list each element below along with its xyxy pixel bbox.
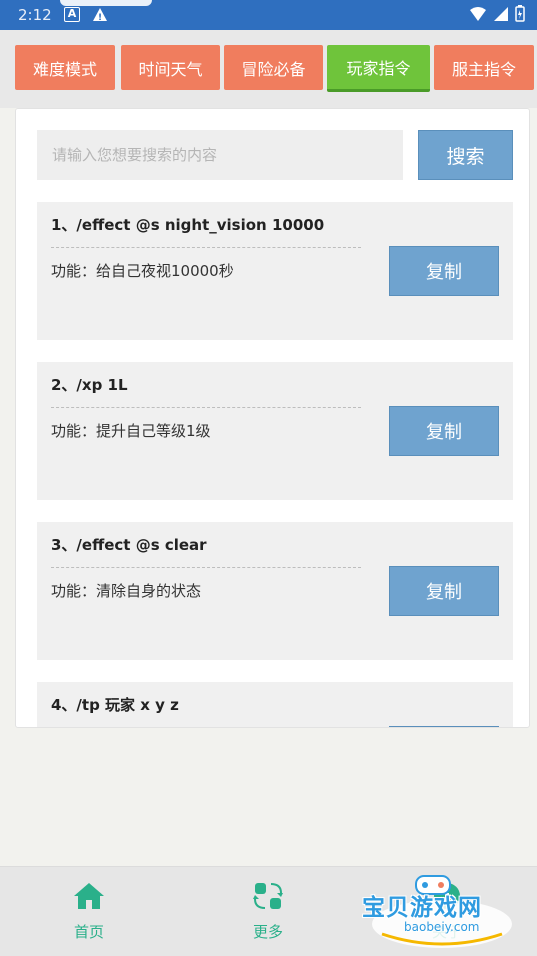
command-title: 3、/effect @s clear bbox=[51, 536, 207, 554]
divider bbox=[51, 567, 361, 568]
nav-home[interactable]: 首页 bbox=[49, 881, 129, 942]
tab-server-commands[interactable]: 服主指令 bbox=[434, 45, 534, 90]
command-panel: 搜索 1、/effect @s night_vision 10000 功能：给自… bbox=[15, 108, 530, 728]
watermark-title: 宝贝游戏网 bbox=[362, 895, 482, 921]
nav-more[interactable]: 更多 bbox=[228, 881, 308, 942]
search-input[interactable] bbox=[37, 130, 403, 180]
refresh-icon bbox=[253, 883, 283, 909]
command-card: 3、/effect @s clear 功能：清除自身的状态 复制 bbox=[37, 522, 513, 660]
command-card: 2、/xp 1L 功能：提升自己等级1级 复制 bbox=[37, 362, 513, 500]
watermark-logo: 宝贝游戏网 baobeiy.com bbox=[362, 872, 522, 950]
command-description: 功能：清除自身的状态 bbox=[51, 582, 202, 600]
system-icons bbox=[469, 5, 525, 22]
svg-text:!: ! bbox=[98, 13, 102, 22]
tab-player-commands[interactable]: 玩家指令 bbox=[327, 45, 430, 92]
divider bbox=[51, 407, 361, 408]
tab-time-weather[interactable]: 时间天气 bbox=[121, 45, 220, 90]
battery-icon bbox=[515, 5, 525, 22]
category-tabs: 难度模式 时间天气 冒险必备 玩家指令 服主指令 bbox=[0, 30, 537, 108]
copy-button[interactable]: 复制 bbox=[389, 726, 499, 727]
notification-a-icon: A bbox=[64, 7, 80, 22]
wifi-icon bbox=[470, 6, 486, 21]
copy-button[interactable]: 复制 bbox=[389, 246, 499, 296]
tab-difficulty[interactable]: 难度模式 bbox=[15, 45, 115, 90]
search-button[interactable]: 搜索 bbox=[418, 130, 513, 180]
signal-icon bbox=[494, 6, 508, 21]
command-card: 1、/effect @s night_vision 10000 功能：给自己夜视… bbox=[37, 202, 513, 340]
notch-pill bbox=[60, 0, 152, 6]
copy-button[interactable]: 复制 bbox=[389, 406, 499, 456]
copy-button[interactable]: 复制 bbox=[389, 566, 499, 616]
status-bar: 2:12 A ! bbox=[0, 0, 537, 30]
watermark-url: baobeiy.com bbox=[404, 920, 480, 934]
nav-home-label: 首页 bbox=[73, 923, 104, 941]
status-time: 2:12 bbox=[18, 6, 52, 24]
command-title: 4、/tp 玩家 x y z bbox=[51, 696, 179, 714]
nav-more-label: 更多 bbox=[252, 923, 283, 941]
command-description: 功能：给自己夜视10000秒 bbox=[51, 262, 234, 280]
tab-adventure[interactable]: 冒险必备 bbox=[224, 45, 323, 90]
command-title: 1、/effect @s night_vision 10000 bbox=[51, 216, 325, 234]
divider bbox=[51, 247, 361, 248]
divider bbox=[51, 727, 361, 728]
command-title: 2、/xp 1L bbox=[51, 376, 128, 394]
home-icon bbox=[74, 883, 104, 909]
command-card: 4、/tp 玩家 x y z 复制 bbox=[37, 682, 513, 728]
command-description: 功能：提升自己等级1级 bbox=[51, 422, 211, 440]
warning-icon: ! bbox=[92, 7, 108, 23]
